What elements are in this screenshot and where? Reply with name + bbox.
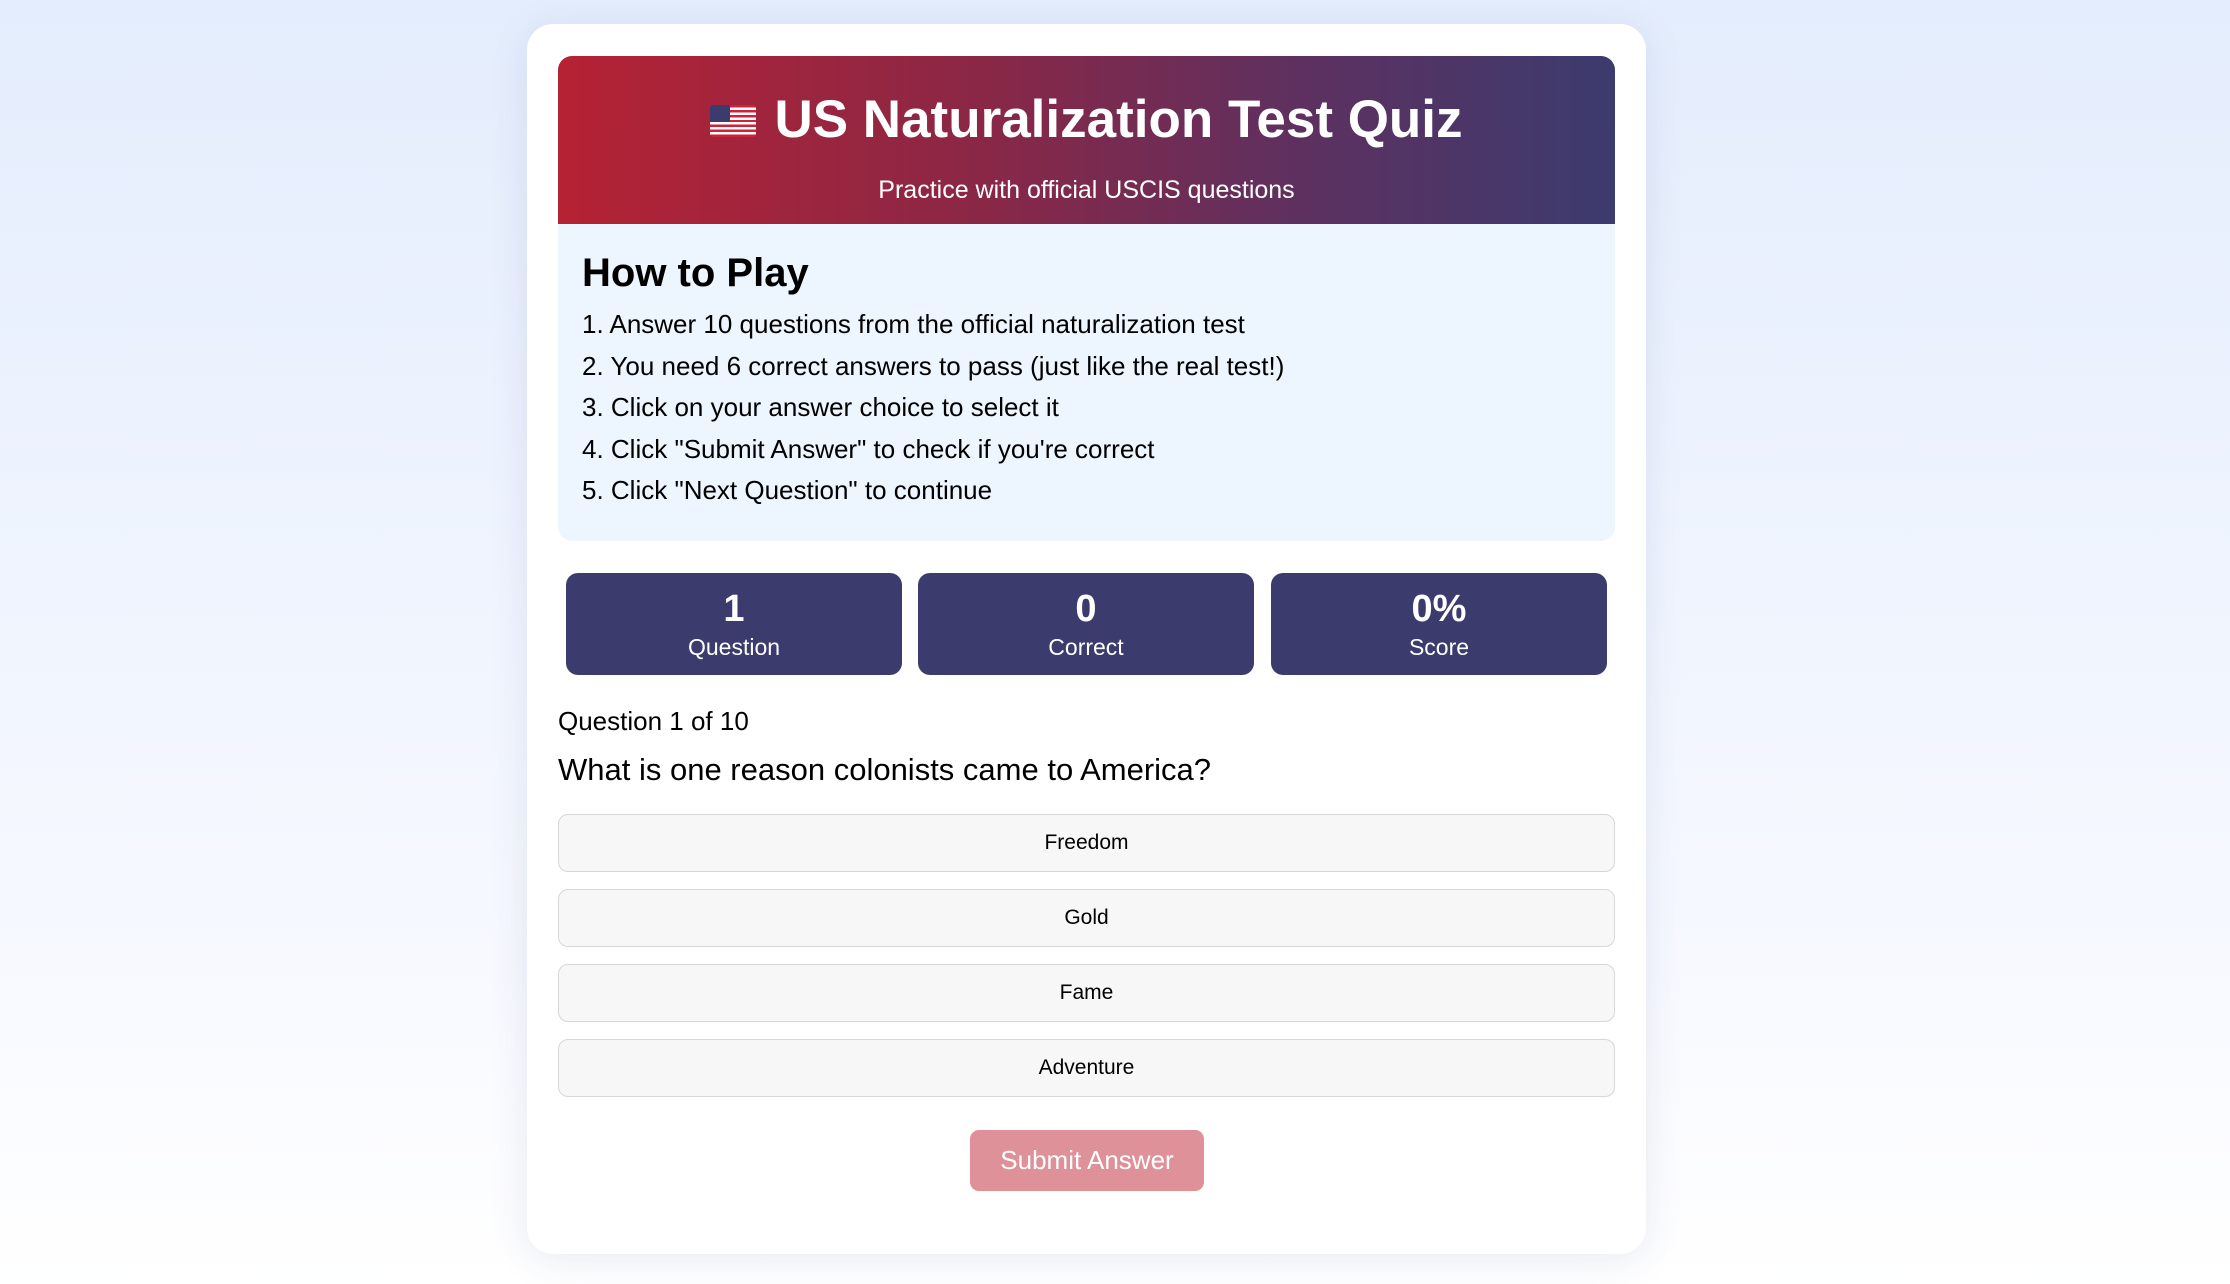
how-to-play-steps: 1. Answer 10 questions from the official… [582, 304, 1284, 512]
how-to-play-panel: How to Play 1. Answer 10 questions from … [558, 224, 1615, 541]
stat-score-label: Score [1408, 634, 1470, 660]
answer-option-adventure[interactable]: Adventure [558, 1039, 1615, 1097]
question-progress: Question 1 of 10 [558, 706, 749, 736]
instruction-step: 5. Click "Next Question" to continue [582, 475, 993, 506]
stat-correct-value: 0 [1075, 588, 1097, 630]
instruction-step: 1. Answer 10 questions from the official… [582, 309, 1245, 339]
stat-score: 0% Score [1271, 573, 1607, 675]
quiz-header: US Naturalization Test Quiz Practice wit… [558, 56, 1615, 224]
quiz-title: US Naturalization Test Quiz [774, 90, 1463, 149]
instruction-step: 2. You need 6 correct answers to pass (j… [582, 350, 1285, 381]
stat-correct: 0 Correct [918, 573, 1254, 675]
answer-option-gold[interactable]: Gold [558, 889, 1615, 947]
question-text: What is one reason colonists came to Ame… [558, 752, 1212, 787]
answer-option-freedom[interactable]: Freedom [558, 814, 1615, 872]
stat-question-value: 1 [723, 588, 745, 630]
quiz-card: US Naturalization Test Quiz Practice wit… [527, 24, 1646, 1254]
stats-row: 1 Question 0 Correct 0% Score [566, 573, 1607, 675]
quiz-subtitle: Practice with official USCIS questions [878, 176, 1295, 204]
answer-option-fame[interactable]: Fame [558, 964, 1615, 1022]
submit-answer-button[interactable]: Submit Answer [970, 1130, 1204, 1191]
quiz-title-row: US Naturalization Test Quiz [558, 90, 1615, 150]
how-to-play-title: How to Play [582, 251, 809, 295]
stat-correct-label: Correct [1048, 634, 1124, 660]
us-flag-icon [710, 105, 757, 137]
instruction-step: 4. Click "Submit Answer" to check if you… [582, 433, 1155, 464]
instruction-step: 3. Click on your answer choice to select… [582, 392, 1059, 423]
stat-score-value: 0% [1411, 588, 1467, 630]
stat-question-label: Question [687, 634, 781, 660]
stat-question: 1 Question [566, 573, 902, 675]
